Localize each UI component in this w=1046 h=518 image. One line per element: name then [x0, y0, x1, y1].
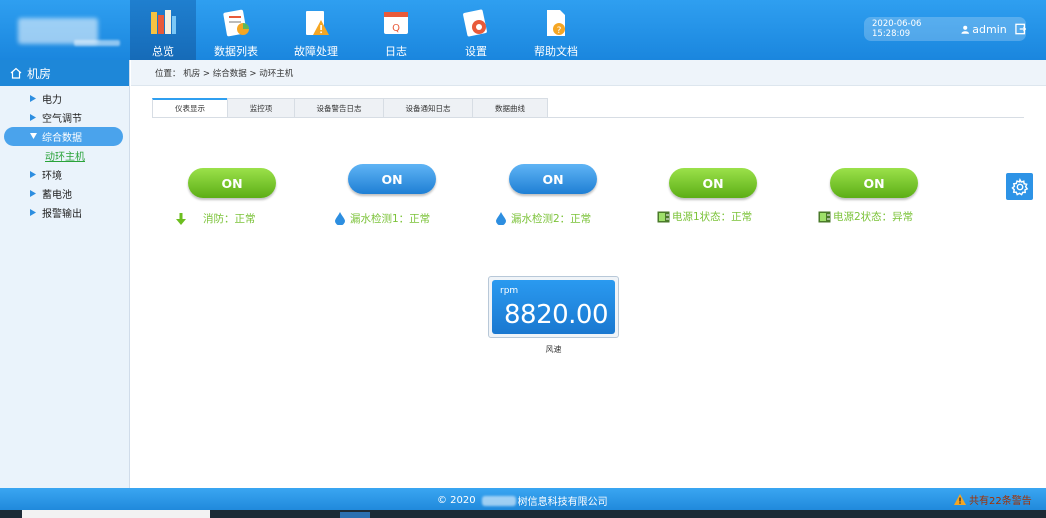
username[interactable]: admin	[972, 23, 1006, 36]
power1-status: 电源1状态：正常	[657, 209, 752, 224]
fire-toggle[interactable]: ON	[188, 168, 276, 198]
arrow-down-icon	[176, 212, 186, 225]
triangle-right-icon	[30, 95, 36, 102]
footer: © 2020 树信息科技有限公司 共有22条警告	[0, 488, 1046, 510]
nav-label: 设置	[465, 45, 487, 58]
settings-icon	[463, 9, 487, 37]
sidebar: 机房 电力 空气调节 综合数据 动环主机 环境 蓄电池 报警输出	[0, 60, 130, 488]
nav-label: 总览	[152, 45, 174, 58]
sidebar-title[interactable]: 机房	[0, 60, 129, 86]
svg-text:?: ?	[557, 26, 562, 36]
triangle-right-icon	[30, 190, 36, 197]
sidebar-item-alarm-output[interactable]: 报警输出	[0, 203, 129, 222]
water-drop-icon	[496, 212, 506, 225]
tab-data-curve[interactable]: 数据曲线	[472, 98, 548, 118]
user-box: 2020-06-06 15:28:09 admin	[864, 17, 1026, 41]
settings-gear-button[interactable]	[1006, 173, 1033, 200]
triangle-right-icon	[30, 114, 36, 121]
power-icon	[657, 211, 670, 222]
sidebar-item-integrated-data[interactable]: 综合数据	[4, 127, 123, 146]
nav-label: 数据列表	[214, 45, 258, 58]
main-nav: 总览 数据列表 故障处理 Q 日志 设置 ? 帮助文档	[130, 0, 596, 60]
gauge-value: 8820.00	[504, 300, 609, 330]
nav-label: 故障处理	[294, 45, 338, 58]
nav-label: 日志	[385, 45, 407, 58]
power1-toggle[interactable]: ON	[669, 168, 757, 198]
nav-log[interactable]: Q 日志	[356, 0, 436, 60]
home-icon	[10, 67, 22, 79]
top-header: 总览 数据列表 故障处理 Q 日志 设置 ? 帮助文档 2020-06-06 1…	[0, 0, 1046, 60]
warning-alert[interactable]: 共有22条警告	[954, 492, 1032, 507]
tab-bar: 仪表显示 监控项 设备警告日志 设备通知日志 数据曲线	[152, 98, 548, 118]
nav-fault[interactable]: 故障处理	[276, 0, 356, 60]
leak2-status: 漏水检测2：正常	[496, 211, 591, 226]
nav-data-list[interactable]: 数据列表	[196, 0, 276, 60]
tab-gauge-display[interactable]: 仪表显示	[152, 98, 228, 118]
sidebar-item-power[interactable]: 电力	[0, 89, 129, 108]
books-icon	[151, 10, 176, 34]
leak1-toggle[interactable]: ON	[348, 164, 436, 194]
help-doc-icon: ?	[547, 10, 565, 36]
taskbar-strip	[0, 510, 1046, 518]
power-icon	[818, 211, 831, 222]
tab-device-notice-log[interactable]: 设备通知日志	[383, 98, 473, 118]
breadcrumb: 位置： 机房 > 综合数据 > 动环主机	[131, 60, 1046, 86]
fire-status: 消防：正常	[176, 211, 256, 226]
triangle-right-icon	[30, 209, 36, 216]
leak1-status: 漏水检测1：正常	[335, 211, 430, 226]
svg-text:Q: Q	[392, 23, 400, 34]
company-logo	[14, 10, 138, 50]
power2-status: 电源2状态：异常	[818, 209, 913, 224]
fan-speed-gauge: rpm 8820.00	[488, 276, 619, 338]
tab-device-warning-log[interactable]: 设备警告日志	[294, 98, 384, 118]
user-icon	[961, 25, 969, 34]
nav-overview[interactable]: 总览	[130, 0, 196, 60]
tab-divider	[152, 117, 1024, 118]
tab-monitor-items[interactable]: 监控项	[227, 98, 295, 118]
sidebar-item-aircon[interactable]: 空气调节	[0, 108, 129, 127]
leak2-toggle[interactable]: ON	[509, 164, 597, 194]
fault-icon	[306, 11, 329, 35]
log-icon: Q	[384, 12, 408, 34]
sidebar-subitem-host[interactable]: 动环主机	[0, 146, 129, 165]
gauge-label: 风速	[545, 345, 562, 354]
water-drop-icon	[335, 212, 345, 225]
nav-settings[interactable]: 设置	[436, 0, 516, 60]
data-list-icon	[223, 9, 249, 37]
gauge-unit: rpm	[500, 286, 519, 296]
datetime: 2020-06-06 15:28:09	[872, 19, 922, 39]
nav-help[interactable]: ? 帮助文档	[516, 0, 596, 60]
power2-toggle[interactable]: ON	[830, 168, 918, 198]
gear-icon	[1010, 177, 1028, 196]
logout-icon[interactable]	[1015, 23, 1026, 35]
warning-icon	[954, 494, 966, 505]
triangle-right-icon	[30, 171, 36, 178]
redacted-text	[481, 495, 516, 506]
triangle-down-icon	[30, 133, 37, 139]
nav-label: 帮助文档	[534, 45, 578, 58]
sidebar-item-battery[interactable]: 蓄电池	[0, 184, 129, 203]
sidebar-item-environment[interactable]: 环境	[0, 165, 129, 184]
copyright: © 2020 树信息科技有限公司	[437, 495, 608, 508]
